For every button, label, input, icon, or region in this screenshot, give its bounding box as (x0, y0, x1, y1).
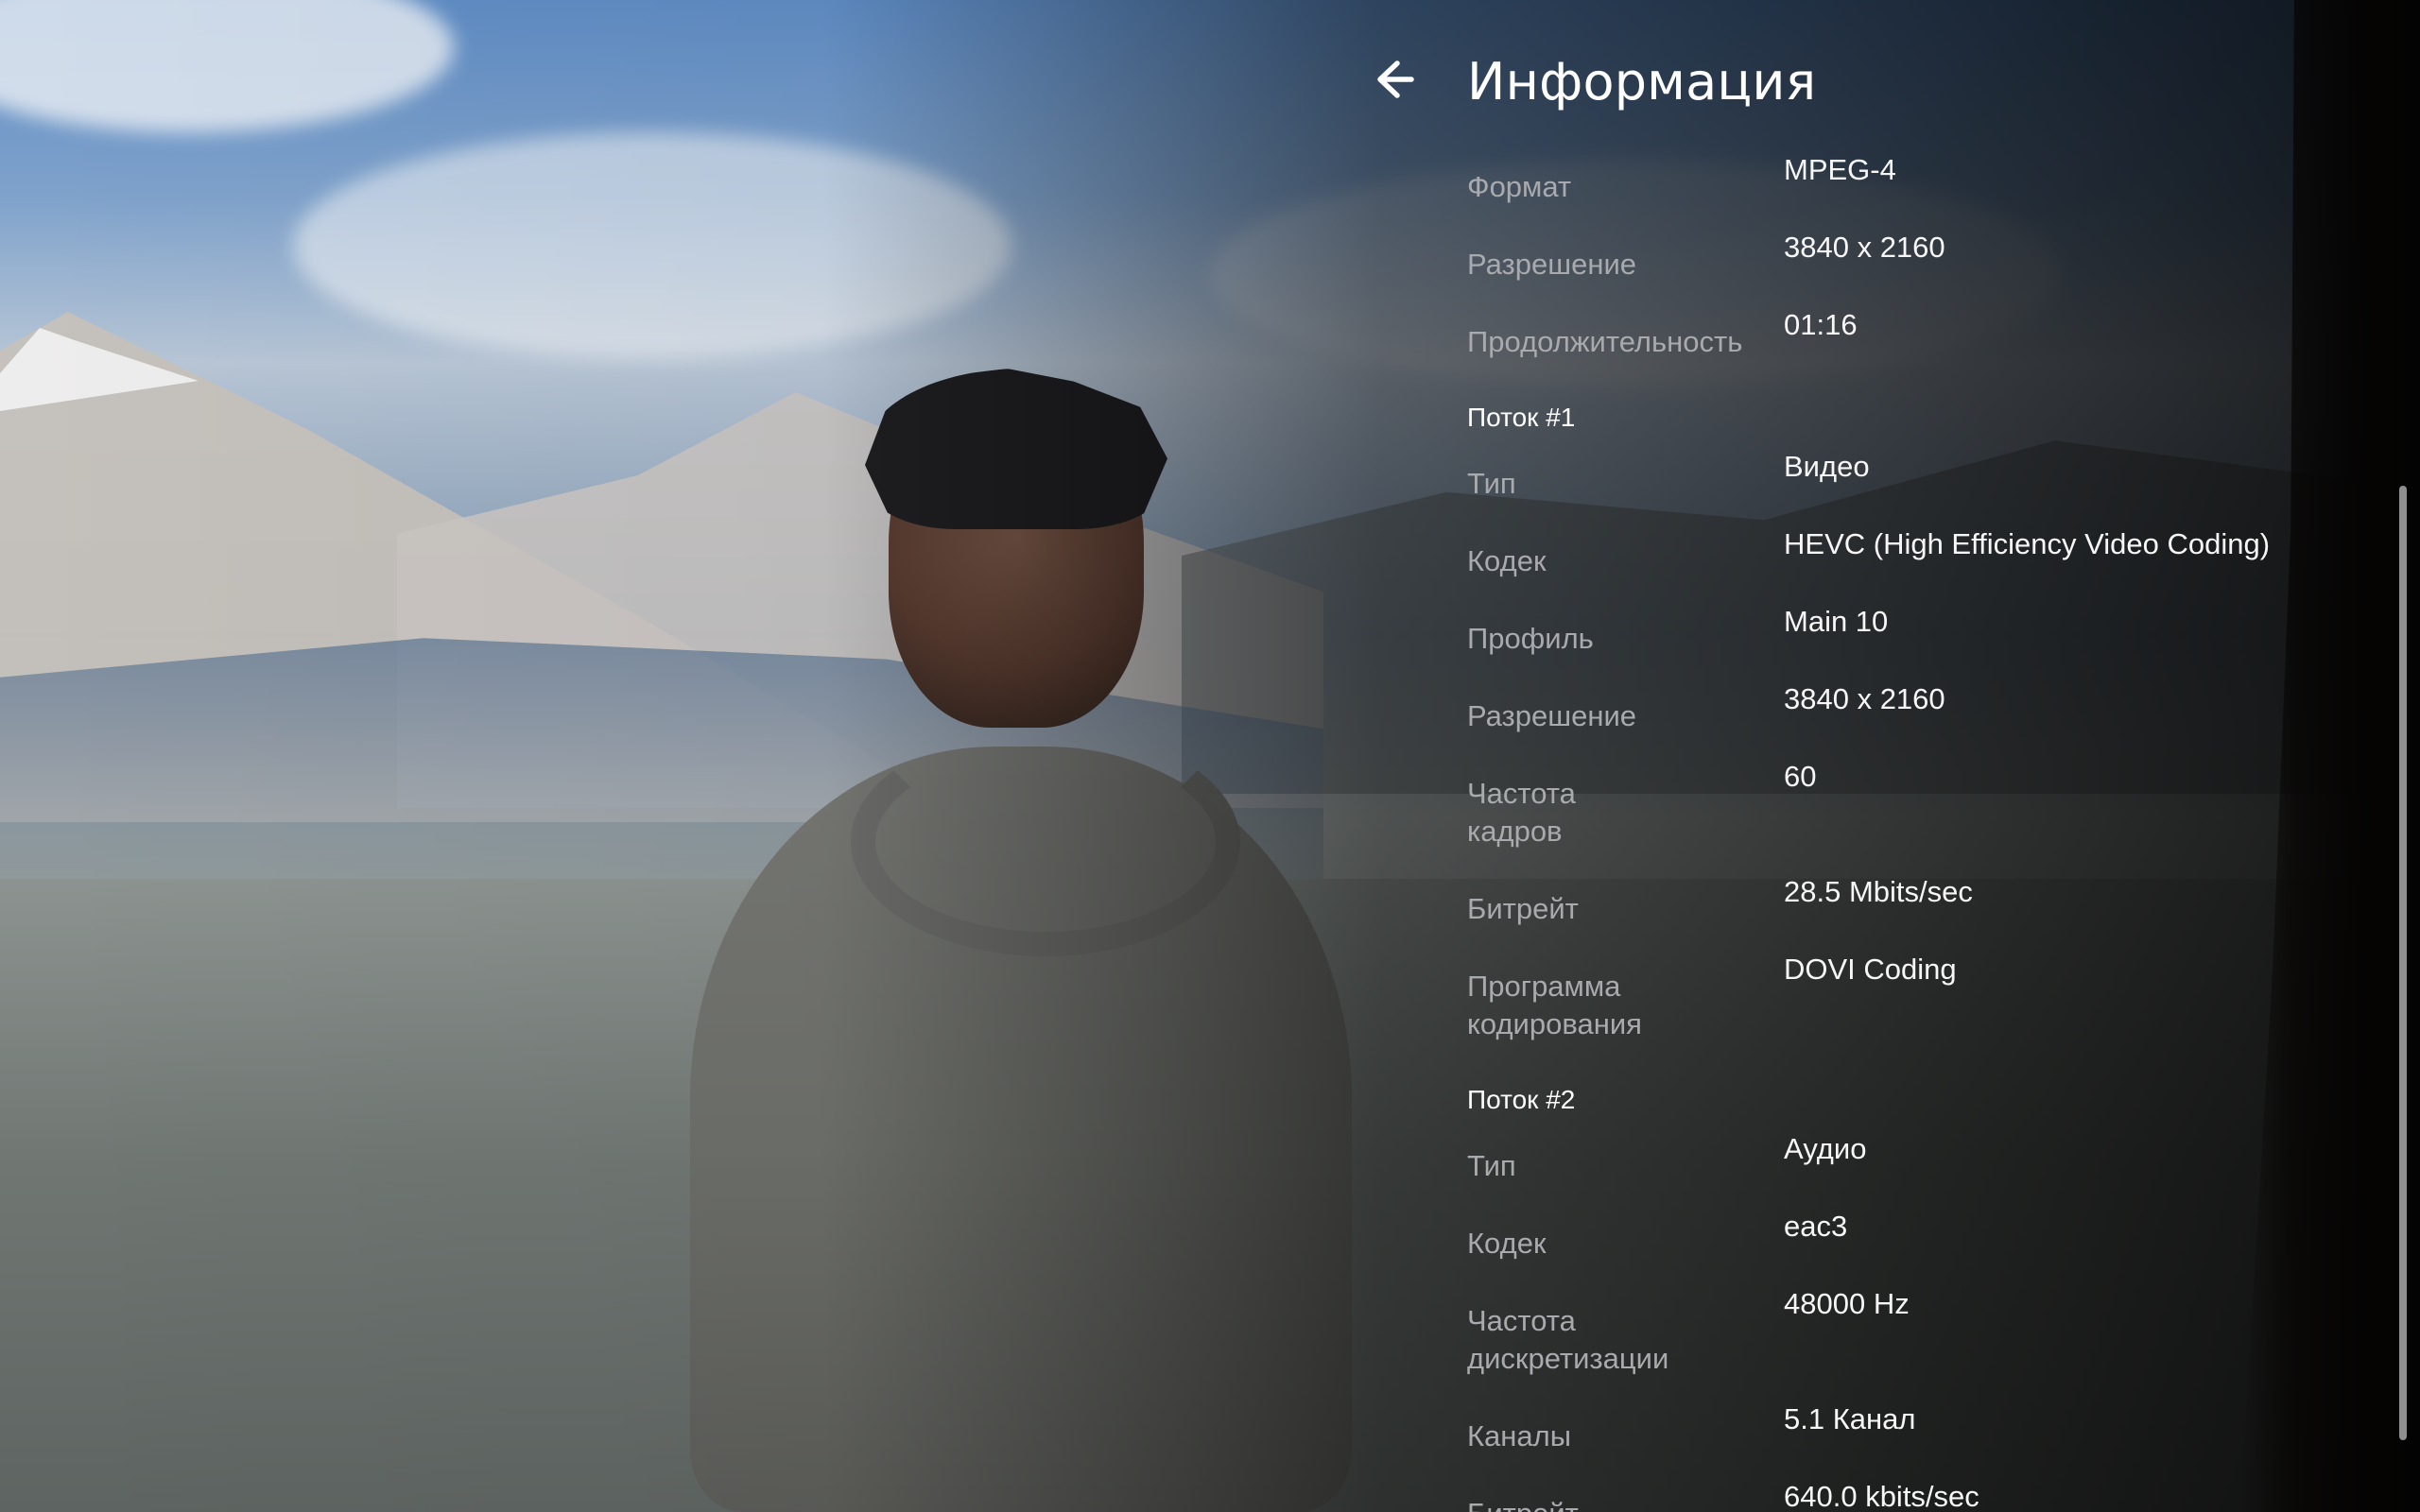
detail-label: Кодек (1467, 544, 1547, 577)
video-info-screen: Информация Формат MPEG-4 Разрешение 3840… (0, 0, 2420, 1512)
detail-value: MPEG-4 (1784, 153, 1896, 186)
detail-label-line: Частота (1467, 777, 1576, 810)
detail-label-line: кодирования (1467, 1007, 1642, 1040)
info-panel: Информация Формат MPEG-4 Разрешение 3840… (1361, 0, 2420, 1512)
detail-label: Битрейт (1467, 892, 1579, 925)
arrow-left-icon (1377, 60, 1414, 98)
stream-1-title: Поток #1 (1467, 403, 1576, 432)
back-button[interactable] (1361, 49, 1422, 110)
detail-label: Тип (1467, 467, 1516, 500)
detail-label-line: кадров (1467, 815, 1563, 848)
detail-label: Тип (1467, 1149, 1516, 1182)
info-header: Информация (1361, 43, 2307, 119)
scrollbar-track[interactable] (2399, 486, 2407, 1440)
detail-value: 60 (1784, 760, 1817, 793)
detail-label: Формат (1467, 170, 1572, 203)
detail-label-line: дискретизации (1467, 1342, 1669, 1375)
detail-value: 01:16 (1784, 308, 1858, 341)
detail-label: Каналы (1467, 1419, 1572, 1452)
detail-value: eac3 (1784, 1210, 1848, 1243)
detail-label: Частота дискретизации (1467, 1302, 1784, 1378)
detail-value: 48000 Hz (1784, 1287, 1910, 1320)
detail-value: 3840 x 2160 (1784, 231, 1945, 264)
detail-value: 28.5 Mbits/sec (1784, 875, 1973, 908)
detail-label: Частота кадров (1467, 775, 1784, 850)
detail-value: Main 10 (1784, 605, 1889, 638)
detail-label: Битрейт (1467, 1495, 1784, 1512)
detail-label: Кодек (1467, 1227, 1547, 1260)
detail-value: 5.1 Канал (1784, 1402, 1916, 1435)
stream-2-title: Поток #2 (1467, 1085, 1576, 1114)
page-title: Информация (1467, 52, 1817, 112)
detail-value: HEVC (High Efficiency Video Coding) (1784, 527, 2271, 560)
detail-label: Профиль (1467, 622, 1594, 655)
detail-label: Продолжительность (1467, 325, 1743, 358)
detail-label: Разрешение (1467, 699, 1637, 732)
scrollbar-thumb[interactable] (2399, 486, 2407, 1440)
detail-value: DOVI Coding (1784, 953, 1957, 986)
detail-value: 3840 x 2160 (1784, 682, 1945, 715)
detail-value: Видео (1784, 450, 1870, 483)
detail-label-line: Программа (1467, 970, 1621, 1003)
detail-value: Аудио (1784, 1132, 1867, 1165)
detail-label-line: Частота (1467, 1304, 1576, 1337)
detail-label: Разрешение (1467, 248, 1637, 281)
media-details-list: Формат MPEG-4 Разрешение 3840 x 2160 Про… (1467, 151, 2356, 1512)
detail-label: Программа кодирования (1467, 968, 1784, 1043)
detail-value: 640.0 kbits/sec (1784, 1480, 1979, 1512)
